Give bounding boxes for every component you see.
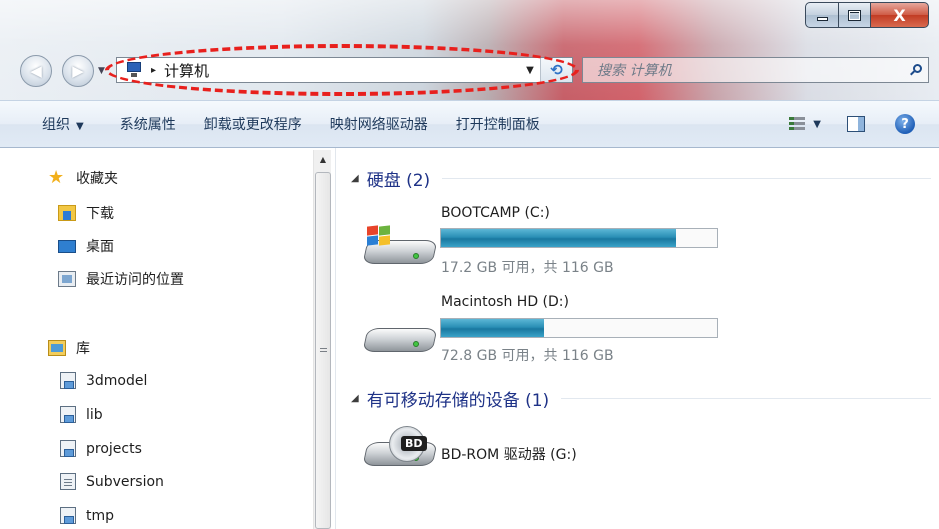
libraries-icon xyxy=(48,340,66,356)
bd-badge: BD xyxy=(401,436,427,451)
recent-places-icon xyxy=(58,271,76,287)
hard-drive-icon xyxy=(362,316,439,356)
sidebar-item-3dmodel[interactable]: 3dmodel xyxy=(60,372,147,389)
search-icon[interactable] xyxy=(910,64,922,76)
minimize-button[interactable] xyxy=(805,2,839,28)
back-button[interactable]: ◀ xyxy=(20,55,52,87)
sidebar-item-recent-places[interactable]: 最近访问的位置 xyxy=(58,269,184,289)
sidebar-item-label: 收藏夹 xyxy=(76,171,118,187)
sidebar-item-label: lib xyxy=(86,406,103,423)
bd-rom-drive-icon: BD xyxy=(362,426,439,470)
search-placeholder: 搜索 计算机 xyxy=(597,63,672,79)
sidebar-item-projects[interactable]: projects xyxy=(60,440,142,457)
star-icon: ★ xyxy=(48,167,65,188)
usage-bar-fill xyxy=(441,229,677,247)
uninstall-program-button[interactable]: 卸载或更改程序 xyxy=(190,114,316,134)
close-icon: X xyxy=(893,5,906,25)
grip-icon xyxy=(320,348,327,354)
window-controls: X xyxy=(805,2,929,28)
sidebar-item-label: 桌面 xyxy=(86,239,114,255)
breadcrumb-separator-icon[interactable]: ▸ xyxy=(151,65,156,76)
back-arrow-icon: ◀ xyxy=(30,62,42,80)
computer-icon xyxy=(123,61,145,79)
help-icon[interactable]: ? xyxy=(895,114,915,134)
library-folder-icon xyxy=(60,440,76,457)
drive-name: BD-ROM 驱动器 (G:) xyxy=(441,447,577,463)
open-control-panel-button[interactable]: 打开控制面板 xyxy=(442,114,554,134)
chevron-down-icon: ▼ xyxy=(76,121,84,132)
sidebar-item-downloads[interactable]: 下载 xyxy=(58,203,114,223)
free-space-text: 72.8 GB 可用，共 116 GB xyxy=(441,348,614,364)
forward-arrow-icon: ▶ xyxy=(72,62,84,80)
view-options-chevron-icon[interactable]: ▼ xyxy=(813,119,821,130)
maximize-icon xyxy=(848,9,861,21)
sidebar-item-subversion[interactable]: Subversion xyxy=(60,473,164,490)
sidebar-item-label: tmp xyxy=(86,507,115,524)
system-properties-button[interactable]: 系统属性 xyxy=(106,114,190,134)
recent-pages-dropdown[interactable]: ▼ xyxy=(98,66,105,76)
search-input[interactable]: 搜索 计算机 xyxy=(582,57,929,83)
organize-menu[interactable]: 组织 ▼ xyxy=(0,114,106,134)
usage-bar xyxy=(440,228,718,248)
library-folder-icon xyxy=(60,372,76,389)
sidebar-item-tmp[interactable]: tmp xyxy=(60,507,114,524)
forward-button[interactable]: ▶ xyxy=(62,55,94,87)
title-bar xyxy=(0,0,939,100)
sidebar-item-libraries[interactable]: 库 xyxy=(48,338,90,358)
drive-name: BOOTCAMP (C:) xyxy=(441,205,550,221)
usage-bar-fill xyxy=(441,319,544,337)
sidebar-item-favorites[interactable]: ★ 收藏夹 xyxy=(48,168,118,188)
sidebar-item-lib[interactable]: lib xyxy=(60,406,103,423)
divider xyxy=(561,398,931,399)
sidebar-item-label: Subversion xyxy=(86,473,164,490)
group-header-removable[interactable]: ◢ 有可移动存储的设备 (1) xyxy=(351,386,931,411)
navigation-pane: ★ 收藏夹 下载 桌面 最近访问的位置 库 3dmodel lib projec… xyxy=(0,148,336,529)
sidebar-item-desktop[interactable]: 桌面 xyxy=(58,236,114,256)
address-dropdown-icon[interactable]: ▼ xyxy=(520,65,540,76)
maximize-button[interactable] xyxy=(839,2,871,28)
close-button[interactable]: X xyxy=(871,2,929,28)
sidebar-item-label: 最近访问的位置 xyxy=(86,272,184,288)
free-space-text: 17.2 GB 可用，共 116 GB xyxy=(441,260,614,276)
content-pane: ◢ 硬盘 (2) BOOTCAMP (C:) 17.2 GB 可用，共 116 … xyxy=(337,148,939,529)
sidebar-item-label: 下载 xyxy=(86,206,114,222)
scrollbar-thumb[interactable] xyxy=(315,172,331,529)
sidebar-item-label: projects xyxy=(86,440,142,457)
minimize-icon xyxy=(816,17,828,21)
group-title: 硬盘 (2) xyxy=(366,171,431,191)
desktop-icon xyxy=(58,239,76,253)
preview-pane-icon[interactable] xyxy=(847,116,865,132)
collapse-icon[interactable]: ◢ xyxy=(351,393,359,404)
address-bar[interactable]: ▸ 计算机 ▼ ⟲ xyxy=(116,57,573,83)
breadcrumb-computer[interactable]: 计算机 xyxy=(164,60,209,81)
sidebar-item-label: 3dmodel xyxy=(86,372,148,389)
drive-name: Macintosh HD (D:) xyxy=(441,294,569,310)
map-network-drive-button[interactable]: 映射网络驱动器 xyxy=(316,114,442,134)
collapse-icon[interactable]: ◢ xyxy=(351,173,359,184)
divider xyxy=(442,178,931,179)
refresh-icon: ⟲ xyxy=(550,61,563,79)
library-folder-icon xyxy=(60,406,76,423)
download-folder-icon xyxy=(58,205,76,221)
library-documents-icon xyxy=(60,473,76,490)
usage-bar xyxy=(440,318,718,338)
group-title: 有可移动存储的设备 (1) xyxy=(366,391,550,411)
system-drive-icon xyxy=(362,225,439,268)
refresh-button[interactable]: ⟲ xyxy=(540,58,572,82)
command-bar: 组织 ▼ 系统属性 卸载或更改程序 映射网络驱动器 打开控制面板 ▼ ? xyxy=(0,100,939,148)
navigation-scrollbar[interactable]: ▲ xyxy=(313,150,331,529)
scroll-up-icon[interactable]: ▲ xyxy=(314,150,332,168)
organize-label: 组织 xyxy=(42,117,70,133)
group-header-hard-disks[interactable]: ◢ 硬盘 (2) xyxy=(351,166,931,191)
library-folder-icon xyxy=(60,507,76,524)
change-view-icon[interactable] xyxy=(789,116,806,132)
sidebar-item-label: 库 xyxy=(76,341,90,357)
